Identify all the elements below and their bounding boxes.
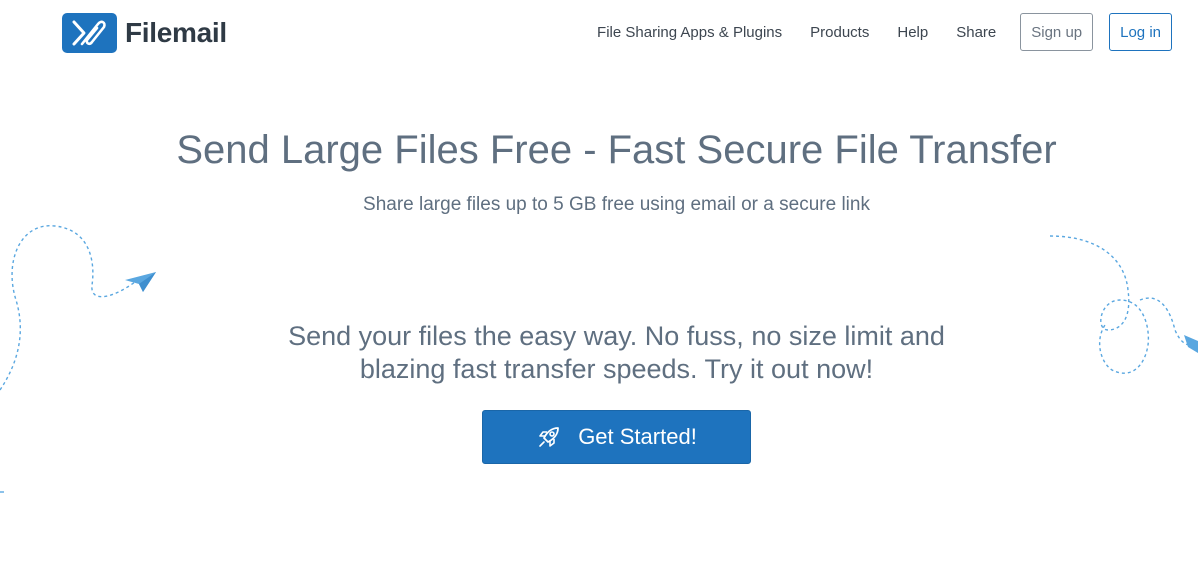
- nav-share[interactable]: Share: [956, 24, 996, 41]
- tagline-line-2: blazing fast transfer speeds. Try it out…: [359, 354, 874, 384]
- log-in-button[interactable]: Log in: [1109, 13, 1172, 51]
- nav-file-sharing-apps[interactable]: File Sharing Apps & Plugins: [597, 24, 782, 41]
- logo[interactable]: Filemail: [62, 13, 227, 53]
- tagline-line-1: Send your files the easy way. No fuss, n…: [288, 321, 945, 351]
- nav-help[interactable]: Help: [897, 24, 928, 41]
- nav-products[interactable]: Products: [810, 24, 869, 41]
- page-title: Send Large Files Free - Fast Secure File…: [176, 128, 1057, 172]
- get-started-label: Get Started!: [578, 424, 697, 449]
- paper-plane-icon: [125, 272, 156, 292]
- get-started-button[interactable]: Get Started!: [482, 410, 751, 464]
- hero-tagline: Send your files the easy way. No fuss, n…: [0, 320, 1198, 386]
- main-nav: File Sharing Apps & Plugins Products Hel…: [597, 13, 1172, 51]
- flight-path-decoration: [0, 225, 1191, 493]
- page-subtitle: Share large files up to 5 GB free using …: [363, 194, 870, 215]
- site-header: Filemail File Sharing Apps & Plugins Pro…: [0, 0, 1198, 66]
- logo-text: Filemail: [125, 17, 227, 48]
- sign-up-button[interactable]: Sign up: [1020, 13, 1094, 51]
- filemail-logo-icon: [62, 13, 117, 53]
- rocket-icon: [536, 424, 562, 450]
